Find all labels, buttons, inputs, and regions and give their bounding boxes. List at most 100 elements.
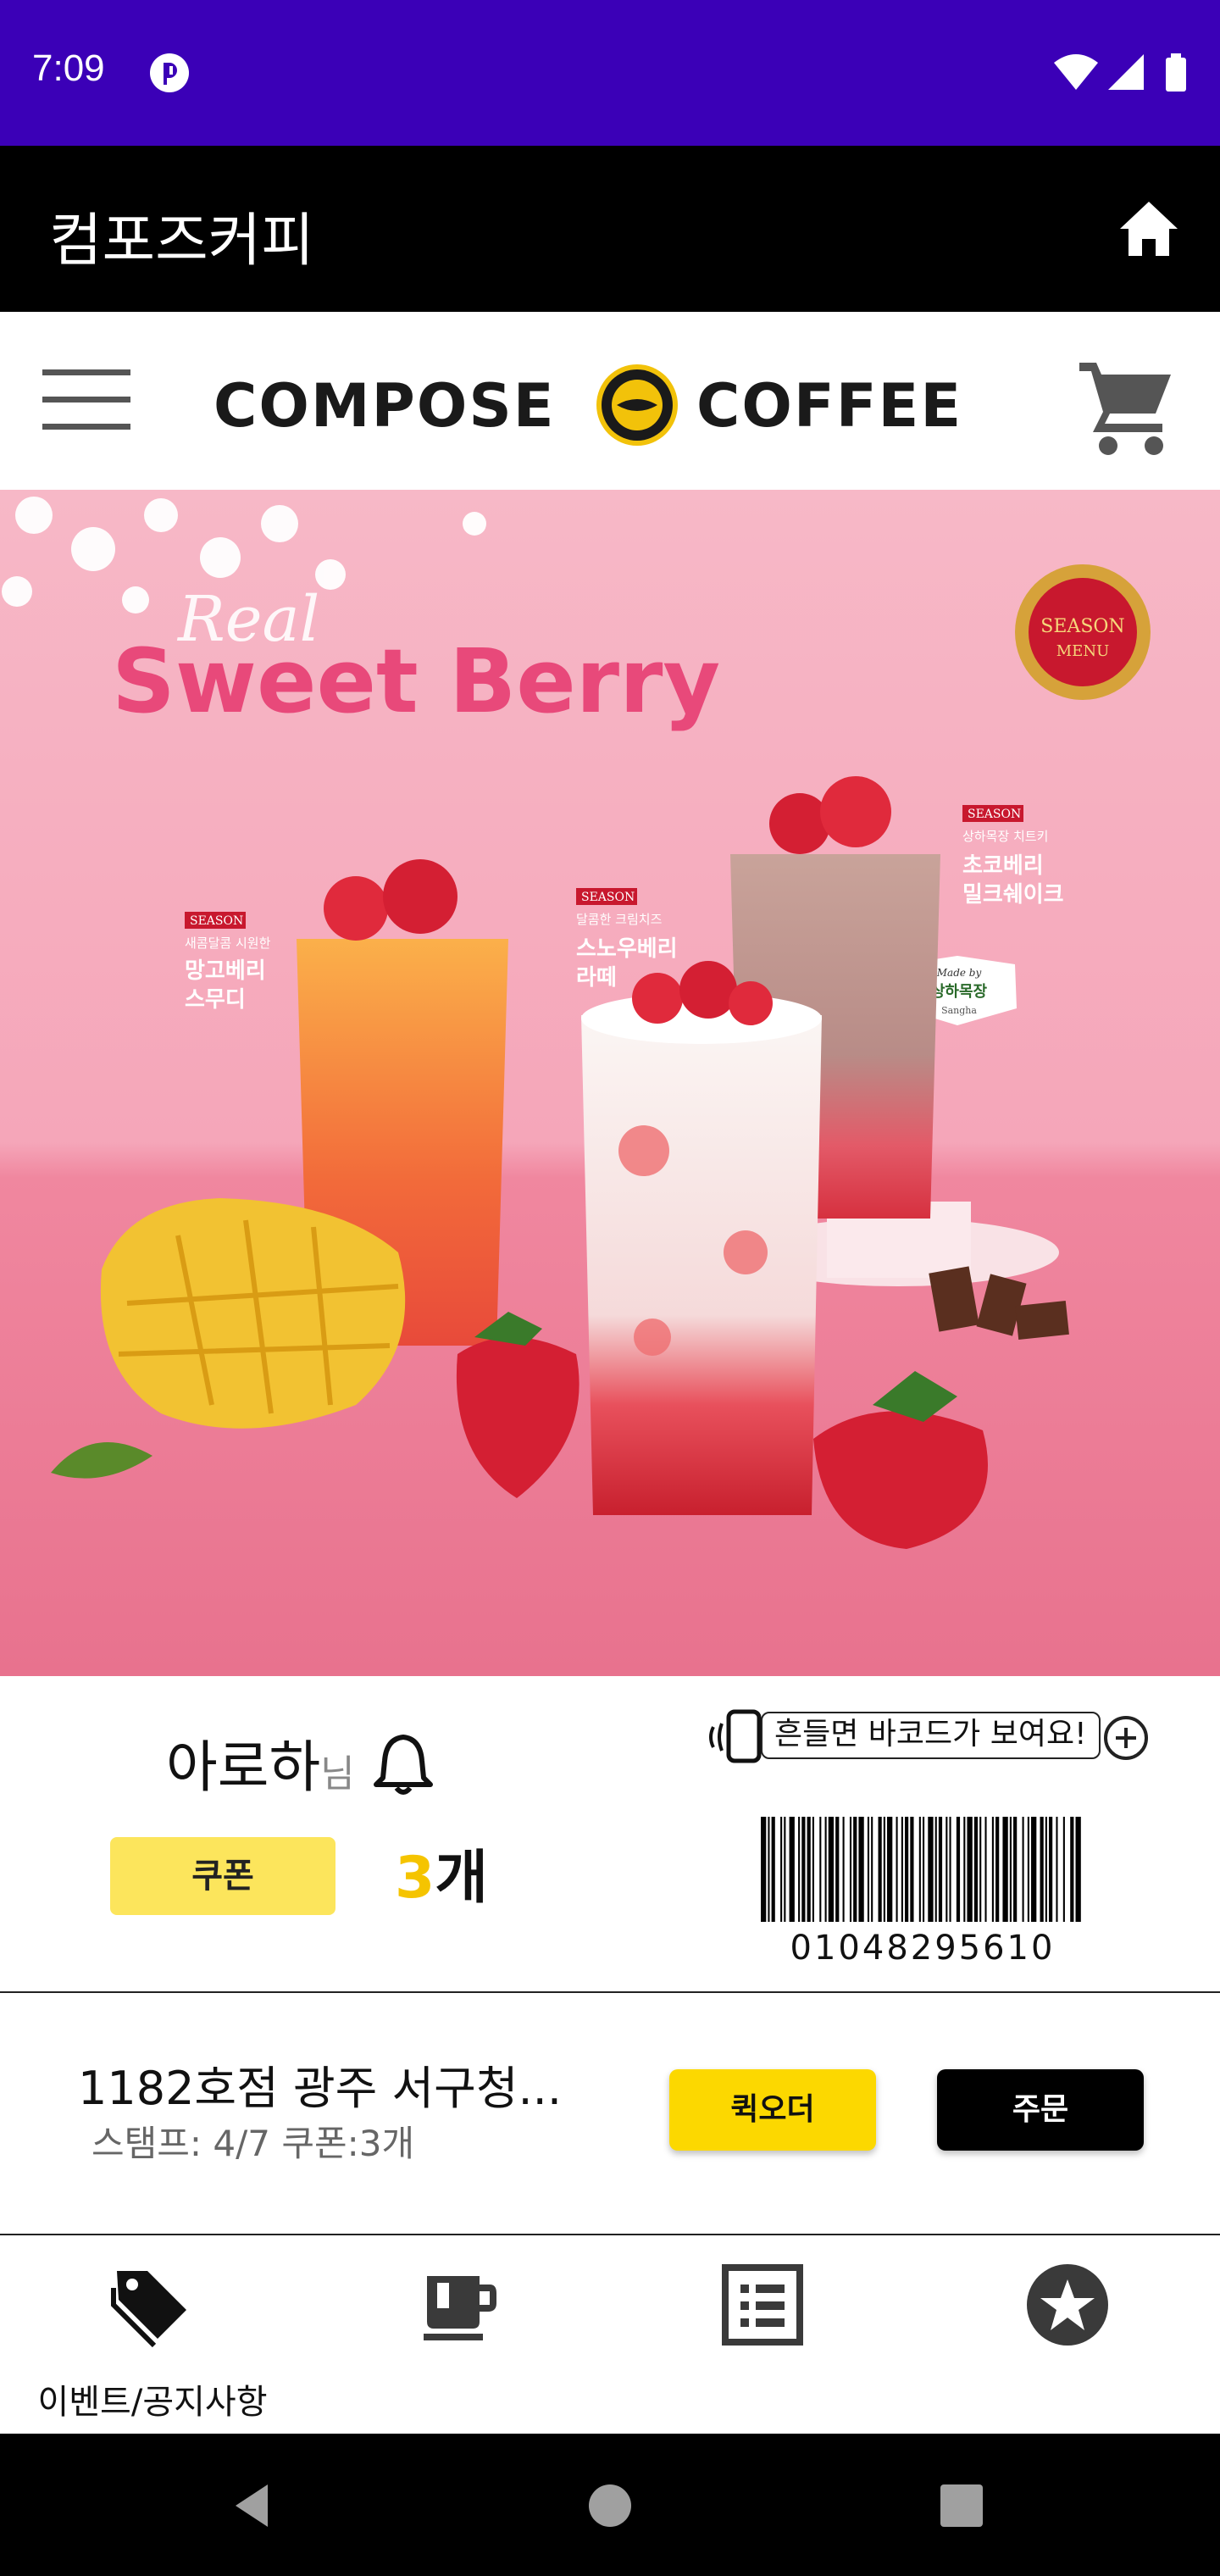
barcode-bar	[828, 1817, 835, 1922]
barcode-bar	[812, 1817, 814, 1922]
svg-text:라떼: 라떼	[576, 965, 617, 991]
coffee-cup-icon	[424, 2276, 496, 2340]
barcode-bar	[1070, 1817, 1074, 1922]
store-panel: 1182호점 광주 서구청... 스탬프: 4/7 쿠폰:3개 퀵오더 주문	[0, 1993, 1220, 2235]
barcode-bar	[949, 1817, 951, 1922]
store-stamp-info: 스탬프: 4/7 쿠폰:3개	[92, 2123, 415, 2164]
battery-icon	[1166, 58, 1186, 92]
nav-item-events[interactable]: 이벤트/공지사항	[0, 2235, 305, 2434]
barcode-bar	[858, 1817, 864, 1922]
svg-text:스노우베리: 스노우베리	[576, 936, 678, 962]
coupon-count-number: 3	[395, 1845, 435, 1912]
shopping-cart-icon[interactable]	[1074, 354, 1178, 458]
barcode-bar	[1022, 1817, 1024, 1922]
compose-coffee-logo[interactable]: COMPOSE COFFEE	[214, 363, 969, 446]
coupon-count: 3개	[395, 1830, 488, 1914]
barcode-bar	[849, 1817, 852, 1922]
quick-order-button[interactable]: 퀵오더	[669, 2069, 876, 2151]
barcode-bar	[1056, 1817, 1058, 1922]
hamburger-menu-icon[interactable]	[42, 369, 130, 430]
nav-item-favorites[interactable]	[915, 2235, 1220, 2434]
nav-item-menu[interactable]	[305, 2235, 610, 2434]
nav-label-events: 이벤트/공지사항	[37, 2383, 268, 2422]
barcode-bar	[984, 1817, 987, 1922]
order-button[interactable]: 주문	[937, 2069, 1144, 2151]
coupon-button[interactable]: 쿠폰	[110, 1837, 336, 1915]
barcode-bar	[761, 1817, 767, 1922]
svg-text:초코베리: 초코베리	[962, 853, 1044, 879]
barcode-bar	[1075, 1817, 1081, 1922]
barcode-bar	[901, 1817, 903, 1922]
user-panel: 아로하님 쿠폰 3개 흔들면 바코드가 보여요! 01048295610	[0, 1676, 1220, 1993]
barcode-bar	[896, 1817, 898, 1922]
svg-text:Made by: Made by	[936, 967, 982, 979]
barcode-bar	[842, 1817, 845, 1922]
barcode-bar	[887, 1817, 893, 1922]
barcode-bar	[963, 1817, 966, 1922]
barcode-bar	[1009, 1817, 1012, 1922]
barcode-bar	[1002, 1817, 1008, 1922]
svg-text:밀크쉐이크: 밀크쉐이크	[962, 882, 1064, 908]
barcode-bar	[768, 1817, 770, 1922]
user-greeting: 아로하님	[166, 1722, 355, 1803]
wifi-icon	[1054, 54, 1098, 90]
barcode-bar	[1045, 1817, 1047, 1922]
svg-text:달콤한 크림치즈: 달콤한 크림치즈	[576, 912, 663, 927]
signal-icon	[1108, 54, 1144, 90]
barcode-bar	[867, 1817, 870, 1922]
barcode-bar	[934, 1817, 937, 1922]
barcode-bar	[807, 1817, 811, 1922]
barcode-bar	[883, 1817, 885, 1922]
home-circle-icon[interactable]	[580, 2476, 640, 2535]
barcode-bar	[991, 1817, 994, 1922]
barcode-image[interactable]	[761, 1817, 1084, 1922]
store-name[interactable]: 1182호점 광주 서구청...	[78, 2051, 562, 2118]
barcode-bar	[1040, 1817, 1044, 1922]
barcode-bar	[1062, 1817, 1065, 1922]
barcode-bar	[956, 1817, 961, 1922]
nav-item-orders[interactable]	[610, 2235, 915, 2434]
svg-text:상하목장 치트키: 상하목장 치트키	[962, 829, 1048, 844]
bell-icon[interactable]	[373, 1732, 434, 1796]
barcode-bar	[871, 1817, 873, 1922]
barcode-bar	[801, 1817, 806, 1922]
user-name: 아로하	[166, 1735, 321, 1800]
barcode-bar	[789, 1817, 795, 1922]
app-notification-icon	[150, 53, 189, 92]
barcode-bar	[923, 1817, 925, 1922]
recents-icon[interactable]	[932, 2476, 991, 2535]
logo-emblem-icon	[596, 364, 678, 446]
barcode-bar	[835, 1817, 840, 1922]
app-title: 컴포즈커피	[49, 208, 314, 275]
zoom-in-icon[interactable]	[1101, 1713, 1151, 1763]
back-icon[interactable]	[225, 2476, 285, 2535]
logo-text-compose: COMPOSE	[214, 371, 556, 441]
barcode-bar	[798, 1817, 801, 1922]
barcode-bar	[819, 1817, 822, 1922]
season-menu-badge: SEASON MENU	[1015, 564, 1151, 700]
barcode-bar	[1013, 1817, 1018, 1922]
tags-icon	[111, 2271, 186, 2347]
status-bar: 7:09	[0, 0, 1220, 146]
svg-text:SEASON: SEASON	[581, 891, 635, 904]
banner-title: Sweet Berry	[112, 630, 720, 733]
coupon-count-unit: 개	[435, 1845, 488, 1912]
bottom-navigation: 이벤트/공지사항	[0, 2235, 1220, 2434]
promo-banner[interactable]: Real Sweet Berry SEASON MENU SEASON 새콤달콤…	[0, 490, 1220, 1676]
barcode-bar	[1031, 1817, 1037, 1922]
barcode-bar	[967, 1817, 973, 1922]
season-badge-bottom: MENU	[1056, 642, 1110, 660]
svg-text:스무디: 스무디	[185, 987, 246, 1013]
svg-text:상하목장: 상하목장	[931, 983, 988, 1001]
barcode-bar	[979, 1817, 982, 1922]
barcode-bar	[905, 1817, 909, 1922]
barcode-bar	[784, 1817, 786, 1922]
status-icons	[1054, 53, 1186, 92]
user-suffix: 님	[320, 1752, 355, 1796]
system-navigation-bar	[0, 2434, 1220, 2576]
svg-text:새콤달콤 시원한: 새콤달콤 시원한	[185, 935, 271, 951]
home-icon[interactable]	[1117, 197, 1181, 261]
svg-text:SEASON: SEASON	[968, 808, 1021, 821]
barcode-bar	[771, 1817, 775, 1922]
barcode-bar	[973, 1817, 979, 1922]
